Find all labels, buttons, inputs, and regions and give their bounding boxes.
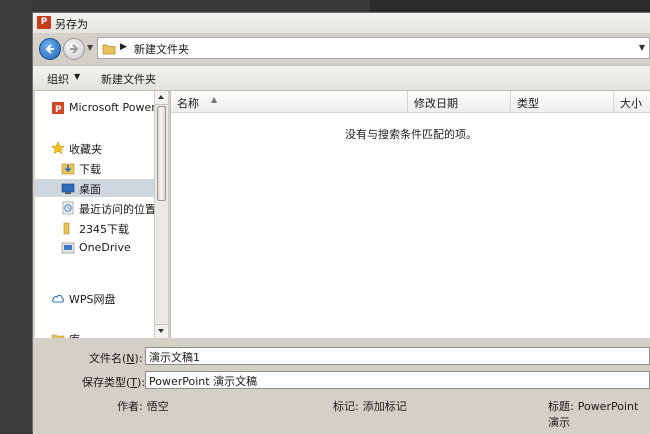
title-field: 标题: PowerPoint 演示 [548, 400, 639, 429]
library-icon [51, 334, 65, 338]
navigation-pane-scrollbar[interactable] [154, 91, 168, 338]
navigation-pane: P Microsoft Power 收藏夹 下载 桌面 最近访问的位置 2345… [35, 91, 154, 338]
filetype-label: 保存类型(T): [82, 376, 146, 389]
svg-text:P: P [55, 105, 62, 115]
filename-label: 文件名(N): [89, 352, 143, 365]
file-list[interactable]: 名称 ▲ 修改日期 类型 大小 没有与搜索条件匹配的项。 [170, 91, 650, 338]
sidebar-item-onedrive[interactable]: OneDrive [35, 239, 154, 257]
column-header-row: 名称 ▲ 修改日期 类型 大小 [171, 91, 650, 113]
dialog-title: 另存为 [55, 18, 88, 31]
navigation-bar: ▼ ▶ 新建文件夹 ▼ [33, 33, 650, 65]
save-form: 文件名(N): 演示文稿1 保存类型(T): PowerPoint 演示文稿 作… [33, 339, 650, 434]
author-value[interactable]: 悟空 [147, 400, 169, 413]
cloud-icon [52, 294, 64, 303]
sidebar-item-desktop[interactable]: 桌面 [35, 179, 154, 197]
history-dropdown-icon[interactable]: ▼ [87, 43, 93, 52]
save-as-dialog: P 另存为 ▼ ▶ 新建文件夹 ▼ 组织 ▼ 新建文件夹 P Microsoft… [32, 12, 650, 434]
breadcrumb-arrow-icon[interactable]: ▶ [120, 42, 127, 52]
column-header-label: 修改日期 [414, 97, 458, 110]
background-window-strip [370, 0, 650, 12]
column-header-label: 类型 [517, 97, 539, 110]
command-toolbar: 组织 ▼ 新建文件夹 [33, 65, 650, 91]
sidebar-item-microsoft-powerpoint[interactable]: P Microsoft Power [35, 99, 154, 117]
sidebar-item-recent-places[interactable]: 最近访问的位置 [35, 199, 154, 217]
sort-ascending-icon: ▲ [211, 95, 218, 104]
chevron-down-icon[interactable]: ▼ [74, 72, 80, 81]
new-folder-button[interactable]: 新建文件夹 [101, 71, 156, 87]
onedrive-icon [61, 242, 75, 254]
sidebar-item-label: WPS网盘 [69, 293, 116, 306]
scroll-down-button[interactable] [155, 324, 168, 338]
sidebar-item-label: OneDrive [79, 241, 131, 254]
address-bar[interactable]: ▶ 新建文件夹 ▼ [97, 37, 650, 59]
tags-value[interactable]: 添加标记 [363, 400, 407, 413]
column-header-size[interactable]: 大小 [614, 91, 650, 112]
organize-button[interactable]: 组织 [47, 71, 69, 87]
forward-button[interactable] [63, 38, 85, 60]
sidebar-item-downloads[interactable]: 下载 [35, 159, 154, 177]
author-field: 作者: 悟空 [117, 400, 169, 413]
title-bar[interactable]: P 另存为 [33, 13, 650, 34]
sidebar-item-libraries[interactable]: 库 [35, 329, 154, 338]
scroll-up-button[interactable] [155, 91, 168, 105]
sidebar-item-label: 库 [69, 331, 80, 338]
sidebar-item-label: 最近访问的位置 [79, 203, 154, 216]
column-header-date-modified[interactable]: 修改日期 [408, 91, 511, 112]
sidebar-item-wps-cloud[interactable]: WPS网盘 [35, 289, 154, 307]
sidebar-item-label: 2345下载 [79, 223, 129, 236]
filetype-select[interactable]: PowerPoint 演示文稿 [145, 371, 650, 389]
scroll-thumb[interactable] [157, 106, 166, 201]
column-header-name[interactable]: 名称 ▲ [171, 91, 408, 112]
address-dropdown-icon[interactable]: ▼ [639, 43, 645, 52]
sidebar-item-favorites[interactable]: 收藏夹 [35, 139, 154, 157]
empty-list-message: 没有与搜索条件匹配的项。 [345, 128, 477, 141]
folder-icon [102, 44, 116, 55]
sidebar-item-2345-downloads[interactable]: 2345下载 [35, 219, 154, 237]
folder-icon [63, 222, 70, 235]
filename-value[interactable]: 演示文稿1 [149, 349, 200, 365]
recent-places-icon [62, 201, 74, 215]
column-header-type[interactable]: 类型 [511, 91, 614, 112]
tags-field: 标记: 添加标记 [333, 400, 407, 413]
download-folder-icon [61, 163, 75, 175]
desktop-icon [61, 183, 75, 194]
star-icon [51, 141, 65, 155]
sidebar-item-label: 下载 [79, 163, 101, 176]
column-header-label: 名称 [177, 97, 199, 110]
powerpoint-app-icon: P [37, 16, 51, 29]
arrow-left-icon [45, 44, 54, 54]
back-button[interactable] [39, 38, 61, 60]
filename-input[interactable]: 演示文稿1 [145, 347, 650, 365]
sidebar-item-label: Microsoft Power [69, 101, 154, 114]
background-left-strip [0, 0, 32, 433]
arrow-right-icon [70, 44, 79, 54]
powerpoint-icon: P [52, 102, 64, 115]
column-header-label: 大小 [620, 97, 642, 110]
address-path[interactable]: 新建文件夹 [134, 41, 189, 57]
sidebar-item-label: 桌面 [79, 183, 101, 196]
filetype-value[interactable]: PowerPoint 演示文稿 [149, 373, 257, 389]
sidebar-item-label: 收藏夹 [69, 143, 102, 156]
